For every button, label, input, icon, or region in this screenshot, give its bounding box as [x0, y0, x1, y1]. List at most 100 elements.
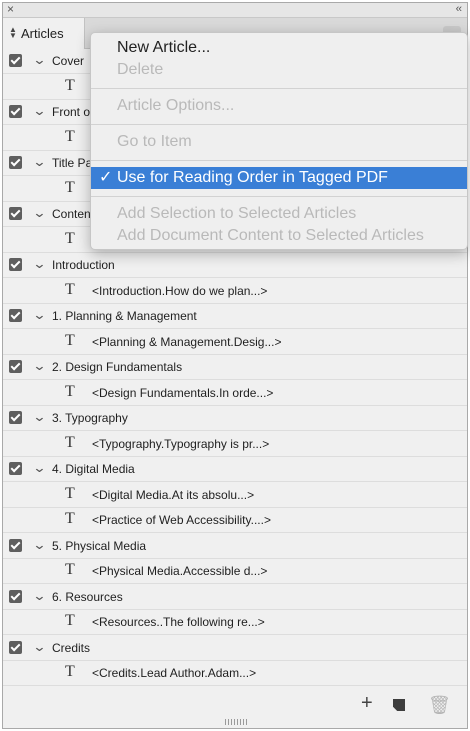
- menu-item-label: New Article...: [117, 39, 211, 56]
- menu-separator: [91, 160, 467, 161]
- panel-flyout-menu: New Article... Delete Article Options...…: [90, 32, 468, 250]
- menu-item-go-to-item[interactable]: Go to Item: [91, 131, 467, 153]
- article-name: 4. Digital Media: [52, 462, 135, 476]
- resize-grip[interactable]: [225, 719, 247, 725]
- article-name: Cover: [52, 54, 85, 68]
- story-name: <Digital Media.At its absolu...>: [92, 487, 255, 502]
- story-row[interactable]: T <Design Fundamentals.In orde...>: [3, 381, 467, 406]
- story-row[interactable]: T <Typography.Typography is pr...>: [3, 432, 467, 457]
- chevron-down-icon[interactable]: ⌄: [32, 52, 46, 68]
- story-name: <Typography.Typography is pr...>: [92, 436, 270, 451]
- trash-icon[interactable]: 🗑: [428, 695, 451, 716]
- article-checkbox[interactable]: [9, 54, 22, 67]
- text-frame-icon: T: [65, 433, 75, 451]
- menu-item-label: Go to Item: [117, 133, 192, 150]
- article-checkbox[interactable]: [9, 309, 22, 322]
- article-name: Introduction: [52, 258, 115, 272]
- article-row[interactable]: ⌄ 4. Digital Media: [3, 457, 467, 482]
- article-row[interactable]: ⌄ Introduction: [3, 253, 467, 278]
- article-row[interactable]: ⌄ 2. Design Fundamentals: [3, 355, 467, 380]
- story-name: <Design Fundamentals.In orde...>: [92, 385, 274, 400]
- chevron-down-icon[interactable]: ⌄: [32, 639, 46, 655]
- text-frame-icon: T: [65, 382, 75, 400]
- article-name: 1. Planning & Management: [52, 309, 197, 323]
- panel-title-bar: × ‹‹: [3, 2, 467, 18]
- article-checkbox[interactable]: [9, 462, 22, 475]
- menu-item-label: Add Selection to Selected Articles: [117, 205, 357, 222]
- chevron-down-icon[interactable]: ⌄: [32, 103, 46, 119]
- article-row[interactable]: ⌄ Credits: [3, 636, 467, 661]
- article-row[interactable]: ⌄ 5. Physical Media: [3, 534, 467, 559]
- chevron-down-icon[interactable]: ⌄: [32, 537, 46, 553]
- text-frame-icon: T: [65, 612, 75, 629]
- close-icon[interactable]: ×: [7, 2, 14, 16]
- chevron-down-icon[interactable]: ⌄: [32, 409, 46, 425]
- story-row[interactable]: T <Introduction.How do we plan...>: [3, 279, 467, 304]
- story-name: <Planning & Management.Desig...>: [92, 334, 282, 349]
- article-row[interactable]: ⌄ 1. Planning & Management: [3, 304, 467, 329]
- menu-item-use-reading-order[interactable]: ✓ Use for Reading Order in Tagged PDF: [91, 167, 467, 189]
- menu-item-new-article[interactable]: New Article...: [91, 37, 467, 59]
- menu-item-add-document-content[interactable]: Add Document Content to Selected Article…: [91, 225, 467, 247]
- menu-item-delete[interactable]: Delete: [91, 59, 467, 81]
- article-row[interactable]: ⌄ 3. Typography: [3, 406, 467, 431]
- story-row[interactable]: T <Credits.Lead Author.Adam...>: [3, 661, 467, 686]
- article-checkbox[interactable]: [9, 538, 22, 552]
- text-frame-icon: T: [65, 484, 75, 502]
- story-row[interactable]: T <Resources..The following re...>: [3, 610, 467, 635]
- article-checkbox[interactable]: [9, 207, 22, 220]
- chevron-down-icon[interactable]: ⌄: [32, 460, 46, 476]
- story-name: <Physical Media.Accessible d...>: [92, 564, 268, 578]
- chevron-down-icon[interactable]: ⌄: [32, 154, 46, 170]
- menu-item-add-selection[interactable]: Add Selection to Selected Articles: [91, 203, 467, 225]
- collapse-panel-icon[interactable]: ‹‹: [456, 2, 462, 16]
- story-row[interactable]: T <Digital Media.At its absolu...>: [3, 483, 467, 508]
- article-name: Front o: [52, 105, 91, 119]
- chevron-down-icon[interactable]: ⌄: [32, 307, 46, 323]
- chevron-down-icon[interactable]: ⌄: [32, 588, 46, 604]
- tab-updown-icon: ▲ ▼: [9, 25, 17, 40]
- tab-articles[interactable]: ▲ ▼ Articles: [3, 18, 85, 49]
- menu-item-article-options[interactable]: Article Options...: [91, 95, 467, 117]
- article-checkbox[interactable]: [9, 105, 22, 118]
- story-name: <Introduction.How do we plan...>: [92, 283, 268, 298]
- story-row[interactable]: T <Planning & Management.Desig...>: [3, 330, 467, 355]
- article-name: 5. Physical Media: [52, 538, 147, 553]
- menu-separator: [91, 88, 467, 89]
- article-name: 2. Design Fundamentals: [52, 360, 183, 374]
- text-frame-icon: T: [65, 178, 75, 196]
- text-frame-icon: T: [65, 663, 75, 680]
- story-row[interactable]: T <Physical Media.Accessible d...>: [3, 559, 467, 584]
- story-row[interactable]: T <Practice of Web Accessibility....>: [3, 508, 467, 533]
- menu-separator: [91, 196, 467, 197]
- article-checkbox[interactable]: [9, 258, 22, 271]
- article-row[interactable]: ⌄ 6. Resources: [3, 585, 467, 610]
- chevron-down-icon[interactable]: ⌄: [32, 256, 46, 272]
- article-name: 6. Resources: [52, 589, 123, 604]
- chevron-down-icon[interactable]: ⌄: [32, 205, 46, 221]
- article-checkbox[interactable]: [9, 589, 22, 603]
- story-name: <Practice of Web Accessibility....>: [92, 513, 271, 527]
- article-name: Title Pa: [52, 156, 93, 170]
- text-frame-icon: T: [65, 127, 75, 145]
- chevron-down-icon[interactable]: ⌄: [32, 358, 46, 374]
- article-name: 3. Typography: [52, 411, 128, 425]
- menu-item-label: Use for Reading Order in Tagged PDF: [117, 169, 388, 186]
- new-article-icon[interactable]: +: [361, 692, 373, 715]
- text-frame-icon: T: [65, 280, 75, 298]
- article-name: Credits: [52, 640, 91, 655]
- article-checkbox[interactable]: [9, 640, 22, 654]
- menu-item-label: Article Options...: [117, 97, 235, 114]
- article-checkbox[interactable]: [9, 360, 22, 373]
- panel-bottom-bar: + 🗑: [3, 691, 467, 719]
- story-name: <Resources..The following re...>: [92, 615, 265, 629]
- add-content-icon[interactable]: [393, 699, 405, 711]
- menu-item-label: Add Document Content to Selected Article…: [117, 227, 424, 244]
- article-checkbox[interactable]: [9, 411, 22, 424]
- text-frame-icon: T: [65, 510, 75, 527]
- article-name: Conten: [52, 207, 91, 221]
- checkmark-icon: ✓: [99, 169, 113, 186]
- menu-separator: [91, 124, 467, 125]
- menu-item-label: Delete: [117, 61, 164, 78]
- article-checkbox[interactable]: [9, 156, 22, 169]
